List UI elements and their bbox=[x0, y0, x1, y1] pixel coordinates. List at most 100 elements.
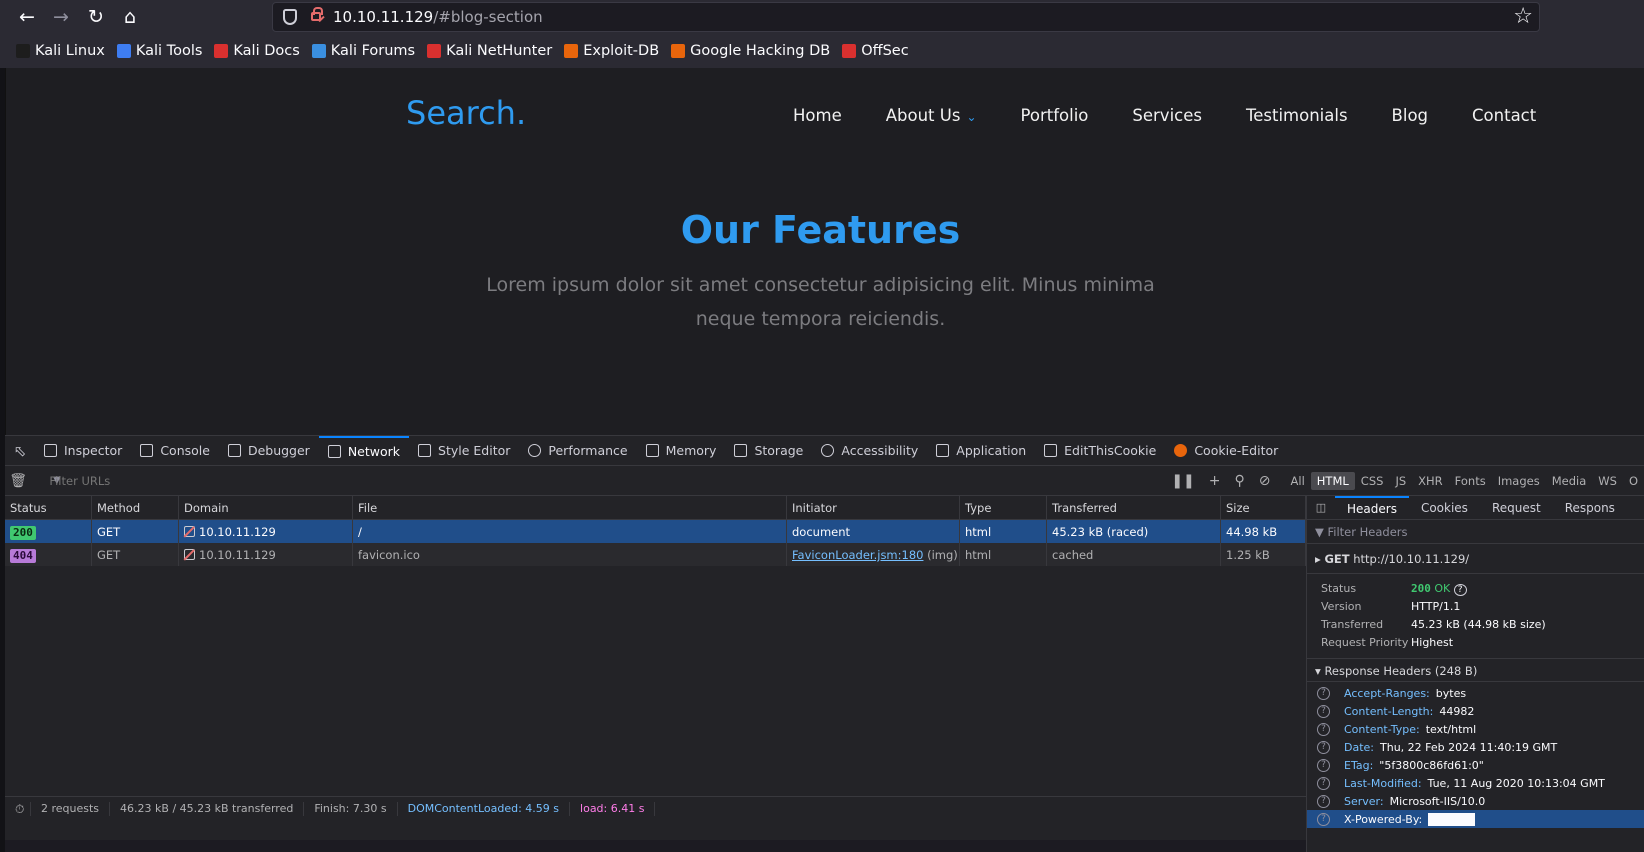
forward-button[interactable]: → bbox=[48, 4, 74, 30]
size-cell: 1.25 kB bbox=[1221, 543, 1306, 566]
header-name: Server: bbox=[1344, 794, 1384, 808]
column-header-method[interactable]: Method bbox=[92, 496, 179, 519]
domain-cell: 10.10.11.129 bbox=[179, 520, 353, 543]
header-help-icon[interactable]: ? bbox=[1317, 776, 1330, 790]
nav-link-home[interactable]: Home bbox=[793, 106, 842, 125]
response-header-row[interactable]: ? Content-Length: 44982 bbox=[1307, 702, 1644, 720]
type-filter-xhr[interactable]: XHR bbox=[1412, 472, 1449, 490]
offsec-icon bbox=[842, 44, 857, 58]
header-help-icon[interactable]: ? bbox=[1317, 794, 1330, 808]
header-help-icon[interactable]: ? bbox=[1317, 686, 1330, 700]
nav-link-label: Portfolio bbox=[1020, 106, 1089, 125]
nav-link-portfolio[interactable]: Portfolio bbox=[1021, 106, 1089, 125]
response-header-row[interactable]: ? Content-Type: text/html bbox=[1307, 720, 1644, 738]
nav-link-contact[interactable]: Contact bbox=[1472, 106, 1536, 125]
devtools-tab-storage[interactable]: Storage bbox=[725, 436, 812, 466]
back-button[interactable]: ← bbox=[14, 4, 40, 30]
url-text[interactable]: 10.10.11.129/#blog-section bbox=[333, 8, 543, 26]
filter-urls-input[interactable] bbox=[31, 465, 1172, 496]
reload-button[interactable]: ↻ bbox=[83, 4, 109, 30]
chevron-down-icon: ⌄ bbox=[966, 110, 977, 124]
bookmark-kali-nethunter[interactable]: Kali NetHunter bbox=[427, 43, 552, 59]
bookmark-star-icon[interactable]: ☆ bbox=[1513, 4, 1533, 29]
response-headers-section[interactable]: ▾ Response Headers (248 B) bbox=[1307, 658, 1644, 682]
response-header-row[interactable]: ? Last-Modified: Tue, 11 Aug 2020 10:13:04… bbox=[1307, 774, 1644, 792]
type-filter-css[interactable]: CSS bbox=[1355, 472, 1390, 490]
response-header-row[interactable]: ? X-Powered-By: ASP.NET bbox=[1307, 810, 1644, 828]
column-header-type[interactable]: Type bbox=[960, 496, 1047, 519]
block-requests-icon[interactable]: ⊘ bbox=[1259, 473, 1271, 489]
url-bar[interactable]: 10.10.11.129/#blog-section ☆ bbox=[272, 2, 1540, 32]
bookmark-kali-linux[interactable]: Kali Linux bbox=[16, 43, 105, 59]
filter-headers-input[interactable]: ▼ Filter Headers bbox=[1307, 520, 1644, 544]
column-header-size[interactable]: Size bbox=[1221, 496, 1306, 519]
domain-text: 10.10.11.129 bbox=[199, 525, 276, 539]
type-filter-media[interactable]: Media bbox=[1546, 472, 1593, 490]
type-filter-images[interactable]: Images bbox=[1492, 472, 1546, 490]
pause-recording-icon[interactable]: ❚❚ bbox=[1171, 473, 1194, 489]
details-tab-cookies[interactable]: Cookies bbox=[1409, 497, 1480, 519]
header-help-icon[interactable]: ? bbox=[1317, 722, 1330, 736]
header-help-icon[interactable]: ? bbox=[1317, 740, 1330, 754]
header-help-icon[interactable]: ? bbox=[1317, 812, 1330, 826]
nav-link-about-us[interactable]: About Us ⌄ bbox=[886, 106, 977, 125]
nav-link-services[interactable]: Services bbox=[1132, 106, 1202, 125]
response-header-row[interactable]: ? ETag: "5f3800c86fd61:0" bbox=[1307, 756, 1644, 774]
column-header-initiator[interactable]: Initiator bbox=[787, 496, 960, 519]
devtools-tab-debugger[interactable]: Debugger bbox=[219, 436, 319, 466]
nav-link-testimonials[interactable]: Testimonials bbox=[1246, 106, 1348, 125]
insecure-lock-icon[interactable] bbox=[311, 7, 323, 21]
type-filter-js[interactable]: JS bbox=[1389, 472, 1412, 490]
type-filter-o[interactable]: O bbox=[1623, 472, 1644, 490]
performance-analysis-icon[interactable]: ⏱ bbox=[5, 801, 31, 816]
column-header-transferred[interactable]: Transferred bbox=[1047, 496, 1221, 519]
initiator-link[interactable]: FaviconLoader.jsm:180 bbox=[792, 548, 923, 562]
devtools-tab-console[interactable]: Console bbox=[131, 436, 219, 466]
summary-url: http://10.10.11.129/ bbox=[1353, 552, 1470, 566]
add-request-icon[interactable]: + bbox=[1209, 473, 1221, 489]
bookmark-google-hacking-db[interactable]: Google Hacking DB bbox=[671, 43, 830, 59]
devtools-tab-cookie-editor[interactable]: Cookie-Editor bbox=[1165, 436, 1287, 466]
home-button[interactable]: ⌂ bbox=[117, 4, 143, 30]
request-summary-line[interactable]: ▸ GET http://10.10.11.129/ bbox=[1307, 544, 1644, 574]
devtools-tab-network[interactable]: Network bbox=[318, 435, 410, 466]
table-row[interactable]: 200 GET 10.10.11.129 / document html 45.23 kB … bbox=[5, 520, 1306, 543]
header-help-icon[interactable]: ? bbox=[1317, 704, 1330, 718]
devtools-tab-style-editor[interactable]: Style Editor bbox=[409, 436, 519, 466]
element-picker-icon[interactable]: ⬁ bbox=[5, 436, 35, 466]
devtools-tab-inspector[interactable]: Inspector bbox=[35, 436, 131, 466]
table-row[interactable]: 404 GET 10.10.11.129 favicon.ico FaviconLoad… bbox=[5, 543, 1306, 566]
details-tab-request[interactable]: Request bbox=[1480, 497, 1553, 519]
type-filter-ws[interactable]: WS bbox=[1592, 472, 1623, 490]
details-tab-headers[interactable]: Headers bbox=[1335, 496, 1409, 520]
search-icon[interactable]: ⚲ bbox=[1235, 473, 1245, 489]
bookmark-kali-forums[interactable]: Kali Forums bbox=[311, 43, 415, 59]
toggle-sidebar-icon[interactable]: ◫ bbox=[1307, 501, 1335, 514]
header-help-icon[interactable]: ? bbox=[1317, 758, 1330, 772]
devtools-tab-application[interactable]: Application bbox=[927, 436, 1035, 466]
initiator-suffix: (img) bbox=[923, 548, 958, 562]
bookmark-kali-tools[interactable]: Kali Tools bbox=[116, 43, 202, 59]
type-filter-all[interactable]: All bbox=[1285, 472, 1311, 490]
devtools-tab-editthiscookie[interactable]: EditThisCookie bbox=[1035, 436, 1165, 466]
bookmark-kali-docs[interactable]: Kali Docs bbox=[214, 43, 300, 59]
devtools-tab-performance[interactable]: Performance bbox=[519, 436, 636, 466]
status-help-icon[interactable]: ? bbox=[1453, 584, 1467, 596]
response-header-row[interactable]: ? Server: Microsoft-IIS/10.0 bbox=[1307, 792, 1644, 810]
site-brand-logo[interactable]: Search. bbox=[406, 94, 526, 132]
bookmark-offsec[interactable]: OffSec bbox=[842, 43, 909, 59]
column-header-file[interactable]: File bbox=[353, 496, 787, 519]
clear-requests-trash-icon[interactable]: 🗑 bbox=[5, 466, 31, 496]
type-filter-html[interactable]: HTML bbox=[1310, 471, 1355, 490]
type-filter-fonts[interactable]: Fonts bbox=[1449, 472, 1492, 490]
column-header-status[interactable]: Status bbox=[5, 496, 92, 519]
column-header-domain[interactable]: Domain bbox=[179, 496, 353, 519]
response-header-row[interactable]: ? Date: Thu, 22 Feb 2024 11:40:19 GMT bbox=[1307, 738, 1644, 756]
response-header-row[interactable]: ? Accept-Ranges: bytes bbox=[1307, 684, 1644, 702]
details-tab-respons[interactable]: Respons bbox=[1553, 497, 1627, 519]
tracking-protection-shield-icon[interactable] bbox=[283, 9, 297, 25]
nav-link-blog[interactable]: Blog bbox=[1392, 106, 1428, 125]
devtools-tab-accessibility[interactable]: Accessibility bbox=[812, 436, 927, 466]
bookmark-exploit-db[interactable]: Exploit-DB bbox=[564, 43, 659, 59]
devtools-tab-memory[interactable]: Memory bbox=[637, 436, 726, 466]
